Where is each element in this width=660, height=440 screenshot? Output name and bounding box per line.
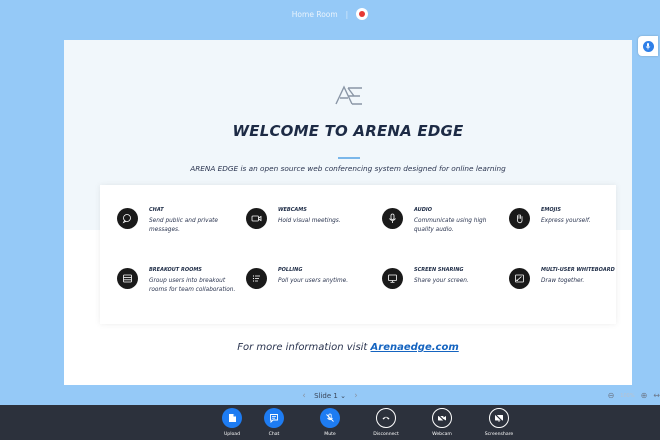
video-off-icon bbox=[432, 408, 452, 428]
prev-slide-button[interactable]: ‹ bbox=[302, 391, 306, 401]
feature-desc: Draw together. bbox=[541, 278, 585, 284]
top-bar: Home Room | bbox=[0, 0, 660, 28]
upload-label: Upload bbox=[223, 432, 241, 437]
mic-off-icon bbox=[320, 408, 340, 428]
microphone-icon bbox=[642, 40, 654, 52]
record-button[interactable] bbox=[356, 8, 369, 20]
feature-desc: Send public and private messages. bbox=[149, 218, 218, 233]
feature-title: AUDIO bbox=[414, 207, 432, 213]
feature-desc: Group users into breakout rooms for team… bbox=[149, 278, 236, 293]
webcam-button[interactable]: Webcam bbox=[422, 408, 462, 437]
feature-desc: Hold visual meetings. bbox=[278, 218, 341, 224]
microphone-icon bbox=[382, 208, 403, 229]
webcam-label: Webcam bbox=[432, 432, 452, 437]
zoom-in-icon[interactable]: ⊕ bbox=[641, 391, 648, 400]
upload-button[interactable]: Upload bbox=[212, 408, 252, 437]
feature-desc: Share your screen. bbox=[414, 278, 469, 284]
feature-desc: Communicate using high quality audio. bbox=[414, 218, 487, 233]
audio-status-button[interactable] bbox=[638, 36, 658, 56]
chat-bubble-icon bbox=[117, 208, 138, 229]
feature-emojis: EMOJIS Express yourself. bbox=[509, 207, 629, 229]
screenshare-label: Screenshare bbox=[484, 432, 514, 437]
whiteboard-icon bbox=[509, 268, 530, 289]
disconnect-button[interactable]: Disconnect bbox=[366, 408, 406, 437]
record-icon bbox=[359, 11, 366, 17]
webcam-icon bbox=[246, 208, 267, 229]
arena-edge-logo bbox=[335, 85, 362, 105]
chat-label: Chat bbox=[268, 432, 280, 437]
mute-label: Mute bbox=[324, 432, 336, 437]
feature-breakout-rooms: BREAKOUT ROOMS Group users into breakout … bbox=[117, 267, 237, 294]
feature-title: WEBCAMS bbox=[278, 207, 307, 213]
zoom-out-icon[interactable]: ⊖ bbox=[608, 391, 615, 400]
feature-title: MULTI-USER WHITEBOARD bbox=[541, 267, 615, 273]
monitor-icon bbox=[382, 268, 403, 289]
next-slide-button[interactable]: › bbox=[354, 391, 358, 401]
slide-select[interactable]: Slide 1 ⌄ bbox=[314, 392, 346, 400]
welcome-title: WELCOME TO ARENA EDGE bbox=[232, 122, 464, 140]
feature-audio: AUDIO Communicate using high quality audi… bbox=[382, 207, 502, 234]
fit-width-icon[interactable]: ↔ bbox=[653, 391, 660, 400]
more-info-prefix: For more information visit bbox=[237, 342, 371, 353]
hand-icon bbox=[509, 208, 530, 229]
feature-title: BREAKOUT ROOMS bbox=[149, 267, 202, 273]
separator: | bbox=[345, 9, 349, 19]
breakout-rooms-icon bbox=[117, 268, 138, 289]
presentation-slide: WELCOME TO ARENA EDGE ARENA EDGE is an o… bbox=[64, 40, 632, 385]
zoom-level: 100% bbox=[620, 392, 635, 399]
disconnect-label: Disconnect bbox=[373, 432, 399, 437]
feature-title: EMOJIS bbox=[541, 207, 561, 213]
feature-title: POLLING bbox=[278, 267, 303, 273]
features-card: CHAT Send public and private messages. WE… bbox=[100, 185, 616, 324]
chevron-down-icon: ⌄ bbox=[340, 392, 346, 400]
more-info-text: For more information visit Arenaedge.com bbox=[64, 342, 632, 353]
slide-subtitle: ARENA EDGE is an open source web confere… bbox=[190, 164, 506, 173]
feature-polling: POLLING Poll your users anytime. bbox=[246, 267, 366, 289]
feature-title: CHAT bbox=[149, 207, 164, 213]
feature-desc: Express yourself. bbox=[541, 218, 591, 224]
feature-whiteboard: MULTI-USER WHITEBOARD Draw together. bbox=[509, 267, 632, 289]
room-name: Home Room bbox=[291, 9, 338, 19]
chat-icon bbox=[264, 408, 284, 428]
feature-webcams: WEBCAMS Hold visual meetings. bbox=[246, 207, 366, 229]
arenaedge-link[interactable]: Arenaedge.com bbox=[371, 342, 459, 353]
screenshare-off-icon bbox=[489, 408, 509, 428]
chat-button[interactable]: Chat bbox=[254, 408, 294, 437]
feature-chat: CHAT Send public and private messages. bbox=[117, 207, 237, 234]
feature-screen-sharing: SCREEN SHARING Share your screen. bbox=[382, 267, 502, 289]
slide-controls: ‹ Slide 1 ⌄ › bbox=[0, 391, 660, 401]
zoom-controls: ⊖ 100% ⊕ ↔ bbox=[608, 391, 660, 400]
screenshare-button[interactable]: Screenshare bbox=[479, 408, 519, 437]
slide-navigation: ‹ Slide 1 ⌄ › ⊖ 100% ⊕ ↔ bbox=[0, 389, 660, 405]
mute-button[interactable]: Mute bbox=[310, 408, 350, 437]
feature-title: SCREEN SHARING bbox=[414, 267, 464, 273]
slide-select-label: Slide 1 bbox=[314, 392, 338, 400]
feature-desc: Poll your users anytime. bbox=[278, 278, 349, 284]
phone-icon bbox=[376, 408, 396, 428]
polling-icon bbox=[246, 268, 267, 289]
upload-file-icon bbox=[222, 408, 242, 428]
bottom-toolbar: Upload Chat Mute Disconnect Webcam Scree… bbox=[0, 405, 660, 440]
title-underline bbox=[338, 157, 360, 159]
